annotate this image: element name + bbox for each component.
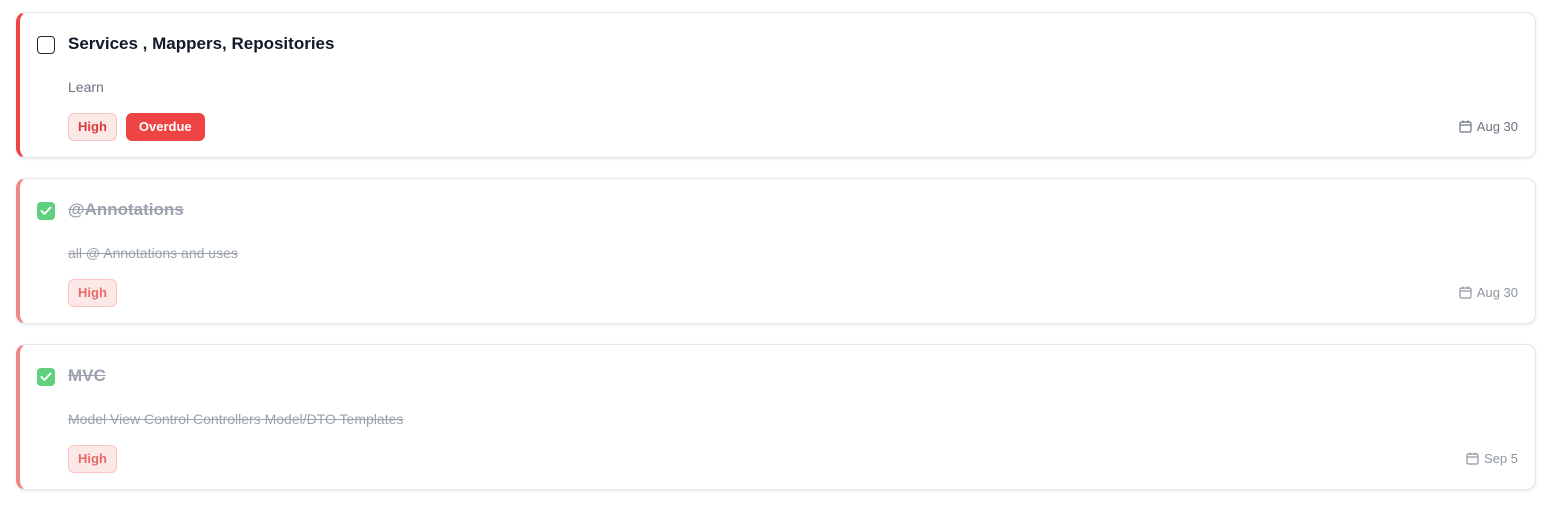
due-date: Sep 5: [1466, 451, 1518, 466]
due-date-label: Aug 30: [1476, 285, 1518, 300]
calendar-icon: [1466, 452, 1479, 465]
due-date: Aug 30: [1459, 285, 1518, 300]
task-card[interactable]: MVC Model View Control Controllers Model…: [16, 344, 1536, 490]
task-title[interactable]: Services , Mappers, Repositories: [68, 34, 334, 54]
task-card[interactable]: Services , Mappers, Repositories Learn H…: [16, 12, 1536, 158]
priority-badge: High: [68, 279, 117, 307]
task-description: Learn: [68, 79, 104, 95]
overdue-badge: Overdue: [125, 113, 205, 141]
task-badges: High: [68, 445, 117, 473]
due-date-label: Sep 5: [1484, 451, 1518, 466]
due-date: Aug 30: [1459, 119, 1518, 134]
task-description: Model View Control Controllers Model/DTO…: [68, 411, 404, 427]
task-list: Services , Mappers, Repositories Learn H…: [0, 0, 1561, 520]
task-badges: High: [68, 279, 117, 307]
priority-badge: High: [68, 113, 117, 141]
task-checkbox[interactable]: [37, 368, 55, 386]
due-date-label: Aug 30: [1476, 119, 1518, 134]
task-title[interactable]: MVC: [68, 366, 106, 386]
calendar-icon: [1459, 120, 1472, 133]
task-description: all @ Annotations and uses: [68, 245, 238, 261]
priority-badge: High: [68, 445, 117, 473]
task-badges: High Overdue: [68, 113, 205, 141]
task-card[interactable]: @Annotations all @ Annotations and uses …: [16, 178, 1536, 324]
task-checkbox[interactable]: [37, 202, 55, 220]
task-checkbox[interactable]: [37, 36, 55, 54]
calendar-icon: [1459, 286, 1472, 299]
task-title[interactable]: @Annotations: [68, 200, 184, 220]
